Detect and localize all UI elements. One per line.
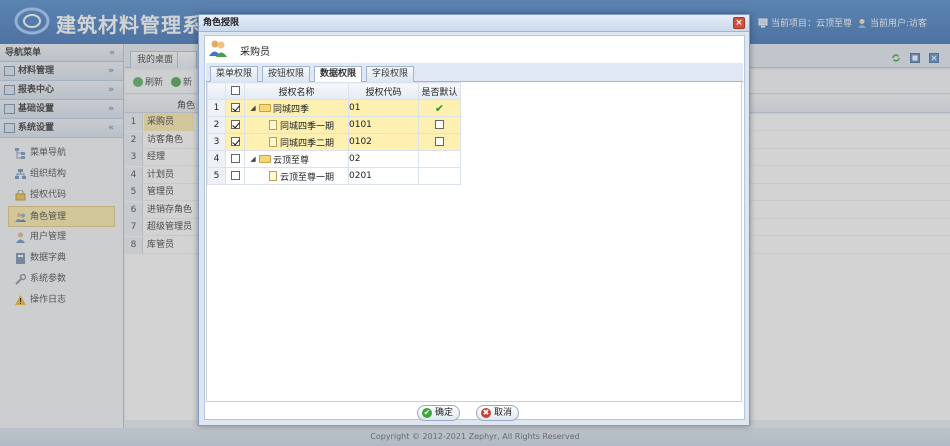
default-cell [418,116,461,134]
column-header-name: 授权名称 [244,82,349,100]
row-checkbox[interactable] [230,154,240,163]
cancel-icon: ✖ [481,408,491,418]
default-check-icon[interactable]: ✔ [435,102,444,115]
default-checkbox[interactable] [435,120,444,129]
name-cell: 云顶至尊一期 [244,167,349,185]
select-cell [225,116,245,134]
ok-label: 确定 [435,408,454,418]
code-cell: 0102 [348,133,419,151]
name-cell: ◢ 同城四季 [244,99,349,117]
tree-row[interactable]: 4 ◢ 云顶至尊 02 [207,150,461,168]
tab-data-permission[interactable]: 数据权限 [314,66,363,83]
dialog-body: 采购员 菜单权限 按钮权限 数据权限 字段权限 授权名称 授权代码 是否默认 1… [204,35,745,420]
default-checkbox[interactable] [435,137,444,146]
role-permission-dialog: 角色授限 × 采购员 菜单权限 按钮权限 数据权限 字段权限 授权名称 授权代码… [198,14,750,426]
dialog-button-bar: ✔ 确定 ✖ 取消 [199,403,751,425]
code-cell: 02 [348,150,419,168]
default-cell [418,150,461,168]
permission-name: 云顶至尊 [273,155,310,166]
permission-name: 同城四季 [273,104,310,115]
select-cell [225,167,245,185]
row-checkbox[interactable] [230,120,240,129]
select-all-checkbox[interactable] [230,86,240,95]
tab-button-permission[interactable]: 按钮权限 [262,66,311,82]
row-number: 4 [207,150,226,168]
row-checkbox[interactable] [230,103,240,112]
column-header-default: 是否默认 [418,82,461,100]
select-cell [225,133,245,151]
default-cell [418,133,461,151]
tree-grid-header: 授权名称 授权代码 是否默认 [207,82,461,100]
data-permission-panel: 授权名称 授权代码 是否默认 1 ◢ 同城四季 01 ✔ 2 同城四季一期 0101 3 同城四季… [206,82,742,402]
dialog-title: 角色授限 [203,18,240,28]
folder-icon [259,155,271,163]
document-icon [269,171,277,181]
cancel-label: 取消 [494,408,513,418]
row-number: 2 [207,116,226,134]
select-cell [225,99,245,117]
name-cell: 同城四季二期 [244,133,349,151]
dialog-close-icon[interactable]: × [733,17,745,29]
default-cell: ✔ [418,99,461,117]
permission-tree-grid: 授权名称 授权代码 是否默认 1 ◢ 同城四季 01 ✔ 2 同城四季一期 0101 3 同城四季… [207,82,461,185]
column-header-code: 授权代码 [348,82,419,100]
code-cell: 01 [348,99,419,117]
tab-menu-permission[interactable]: 菜单权限 [210,66,259,82]
row-checkbox[interactable] [230,171,240,180]
code-cell: 0201 [348,167,419,185]
permission-name: 云顶至尊一期 [280,172,335,183]
dialog-title-bar: 角色授限 × [199,15,749,32]
document-icon [269,120,277,130]
document-icon [269,137,277,147]
tab-field-permission[interactable]: 字段权限 [366,66,415,82]
permission-name: 同城四季二期 [280,138,335,149]
tree-row[interactable]: 5 云顶至尊一期 0201 [207,167,461,185]
name-cell: 同城四季一期 [244,116,349,134]
select-all-header [225,82,245,100]
code-cell: 0101 [348,116,419,134]
folder-icon [259,104,271,112]
expand-arrow-icon[interactable]: ◢ [249,104,257,112]
ok-button[interactable]: ✔ 确定 [417,405,461,421]
role-name: 采购员 [240,47,270,58]
row-checkbox[interactable] [230,137,240,146]
tree-row[interactable]: 1 ◢ 同城四季 01 ✔ [207,99,461,117]
row-number: 1 [207,99,226,117]
permission-name: 同城四季一期 [280,121,335,132]
default-cell [418,167,461,185]
cancel-button[interactable]: ✖ 取消 [476,405,520,421]
select-cell [225,150,245,168]
name-cell: ◢ 云顶至尊 [244,150,349,168]
check-icon: ✔ [422,408,432,418]
role-users-icon [209,40,227,57]
row-number: 3 [207,133,226,151]
expand-arrow-icon[interactable]: ◢ [249,155,257,163]
tree-row[interactable]: 3 同城四季二期 0102 [207,133,461,151]
permission-tabs: 菜单权限 按钮权限 数据权限 字段权限 [206,63,743,83]
row-number: 5 [207,167,226,185]
rownum-header [207,82,226,100]
tree-row[interactable]: 2 同城四季一期 0101 [207,116,461,134]
